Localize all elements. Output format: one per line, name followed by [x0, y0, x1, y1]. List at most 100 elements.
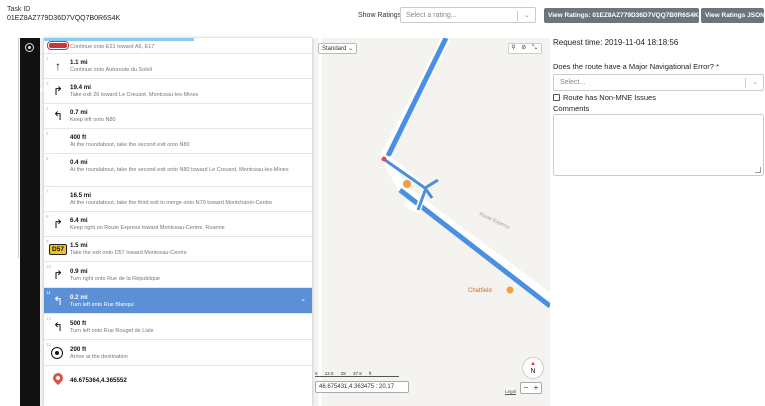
slight-right-arrow-icon: ↱	[52, 84, 64, 98]
comments-label: Comments	[553, 104, 590, 113]
destination-coordinates[interactable]: 46.675364,4.365552	[44, 366, 312, 406]
step-distance: 0.9 mi	[70, 268, 88, 275]
highway-shield-icon	[48, 42, 68, 49]
mne-select-placeholder: Select...	[560, 79, 586, 86]
direction-step[interactable]: 4 ↰ 0.7 mi Keep left onto N80	[44, 104, 312, 129]
direction-step[interactable]: 6 0.4 mi At the roundabout, take the sec…	[44, 154, 312, 187]
step-number: 4	[46, 106, 49, 111]
step-number: 5	[46, 131, 49, 136]
show-ratings-label: Show Ratings	[358, 12, 402, 19]
direction-step[interactable]: 2 ↑ 1.1 mi Continue onto Autoroute du So…	[44, 54, 312, 79]
direction-step[interactable]: 7 16.5 mi At the roundabout, take the th…	[44, 187, 312, 212]
step-instruction: At the roundabout, take the second exit …	[70, 142, 190, 148]
task-id-value: 01EZ8AZ779D36D7VQQ7B0R6S4K	[7, 15, 121, 22]
step-instruction: Take exit 26 toward Le Creusot, Montceau…	[70, 92, 199, 98]
step-distance: 500 ft	[70, 320, 87, 327]
chevron-down-icon: ⌄	[752, 79, 758, 86]
page: Task ID 01EZ8AZ779D36D7VQQ7B0R6S4K Show …	[0, 0, 765, 406]
rating-select[interactable]: Select a rating... ⌄	[400, 7, 536, 23]
step-distance: 6.4 mi	[70, 217, 88, 224]
step-instruction: Turn left onto Rue Blanqui	[70, 302, 134, 308]
select-separator	[517, 11, 518, 21]
turn-left-arrow-icon: ↰	[52, 294, 64, 308]
direction-step[interactable]: 3 ↱ 19.4 mi Take exit 26 toward Le Creus…	[44, 79, 312, 104]
zoom-in-button[interactable]: +	[531, 383, 541, 393]
step-instruction: Continue onto Autoroute du Soleil	[70, 67, 152, 73]
request-time: Request time: 2019-11-04 18:18:56	[553, 38, 679, 47]
route-badge-icon: D57	[49, 244, 67, 255]
chevron-down-icon[interactable]: ⌄	[300, 295, 306, 303]
coordinate-readout: 46.675431,4.363475 : 20.17	[315, 381, 409, 393]
direction-step[interactable]: 12 ↰ 500 ft Turn left onto Rue Rouget de…	[44, 314, 312, 340]
map-tools[interactable]: ⚲ ⊘ ⤡	[508, 43, 542, 54]
step-number: 8	[46, 214, 49, 219]
step-instruction: Turn left onto Rue Rouget de Lisle	[70, 328, 154, 334]
direction-step[interactable]: 8 ↱ 6.4 mi Keep right on Route Express t…	[44, 212, 312, 237]
non-mne-checkbox-label: Route has Non-MNE Issues	[563, 93, 656, 102]
step-distance: 16.5 mi	[70, 192, 91, 199]
task-id-label: Task ID	[7, 6, 31, 13]
poi-marker	[403, 180, 411, 188]
turn-left-arrow-icon: ↰	[52, 320, 64, 334]
zoom-control[interactable]: − +	[520, 382, 542, 394]
step-distance: 200 ft	[70, 346, 87, 353]
direction-step[interactable]: 5 400 ft At the roundabout, take the sec…	[44, 129, 312, 154]
direction-step-active[interactable]: 11 ↰ 0.2 mi Turn left onto Rue Blanqui ⌄	[44, 288, 312, 314]
chevron-down-icon: ⌄	[524, 12, 530, 19]
directions-panel[interactable]: Continue onto E21 toward A6, E17 2 ↑ 1.1…	[44, 38, 312, 406]
step-instruction: Continue onto E21 toward A6, E17	[70, 44, 155, 50]
step-distance: 400 ft	[70, 134, 87, 141]
step-number: 9	[46, 239, 49, 244]
comments-textarea[interactable]	[553, 114, 764, 176]
step-distance: 19.4 mi	[70, 84, 91, 91]
poi-label[interactable]: Chatfield	[468, 288, 492, 294]
route-start-marker	[381, 156, 387, 162]
mne-question-label: Does the route have a Major Navigational…	[553, 62, 719, 71]
direction-step[interactable]: 10 ↱ 0.9 mi Turn right onto Rue de la Ré…	[44, 262, 312, 288]
step-distance: 0.2 mi	[70, 294, 88, 301]
view-ratings-button[interactable]: View Ratings: 01EZ8AZ779D36D7VQQ7B0R6S4K…	[544, 8, 704, 23]
zoom-out-button[interactable]: −	[521, 383, 531, 393]
location-pin-icon	[50, 370, 66, 386]
direction-step[interactable]: 13 200 ft Arrive at the destination	[44, 340, 312, 366]
select-separator	[745, 78, 746, 88]
rating-select-placeholder: Select a rating...	[406, 12, 457, 19]
step-instruction: At the roundabout, take the third exit t…	[70, 200, 273, 206]
step-number: 7	[46, 189, 49, 194]
view-ratings-json-button[interactable]: View Ratings JSON	[701, 8, 765, 23]
scale-bar: 0 12.5 25 37.5 ft	[315, 371, 399, 377]
step-instruction: Take the exit onto D57 toward Montceau-C…	[70, 250, 187, 256]
compass-label: N	[530, 368, 536, 375]
step-number: 3	[46, 81, 49, 86]
direction-step[interactable]: 9 D57 1.5 mi Take the exit onto D57 towa…	[44, 237, 312, 262]
step-number: 6	[46, 156, 49, 161]
route-line	[385, 38, 449, 158]
north-arrow-icon: ▲	[530, 361, 536, 367]
step-number: 13	[46, 342, 52, 347]
step-instruction: At the roundabout, take the second exit …	[70, 167, 289, 173]
mne-select[interactable]: Select... ⌄	[553, 74, 764, 91]
step-instruction: Keep right on Route Express toward Montc…	[70, 225, 225, 231]
step-number: 2	[46, 56, 49, 61]
step-distance: 0.4 mi	[70, 159, 88, 166]
left-sidebar	[20, 38, 40, 406]
divider	[18, 38, 19, 258]
legal-link[interactable]: Legal	[505, 389, 516, 394]
poi-marker	[506, 286, 514, 294]
target-icon[interactable]	[25, 43, 34, 52]
non-mne-checkbox[interactable]	[553, 94, 560, 101]
step-instruction: Arrive at the destination	[70, 354, 128, 360]
destination-coords-text: 46.675364,4.365552	[70, 377, 127, 384]
direction-step[interactable]: Continue onto E21 toward A6, E17	[44, 38, 312, 54]
step-distance: 0.7 mi	[70, 109, 88, 116]
step-instruction: Keep left onto N80	[70, 117, 116, 123]
straight-arrow-icon: ↑	[55, 59, 61, 73]
compass-button[interactable]: ▲ N	[522, 357, 544, 379]
step-distance: 1.1 mi	[70, 59, 88, 66]
keep-right-arrow-icon: ↱	[52, 217, 64, 231]
turn-right-arrow-icon: ↱	[52, 268, 64, 282]
non-mne-checkbox-row[interactable]: Route has Non-MNE Issues	[553, 93, 656, 102]
destination-icon	[51, 347, 63, 359]
keep-left-arrow-icon: ↰	[52, 109, 64, 123]
map-style-select[interactable]: Standard ⌄	[318, 43, 358, 54]
